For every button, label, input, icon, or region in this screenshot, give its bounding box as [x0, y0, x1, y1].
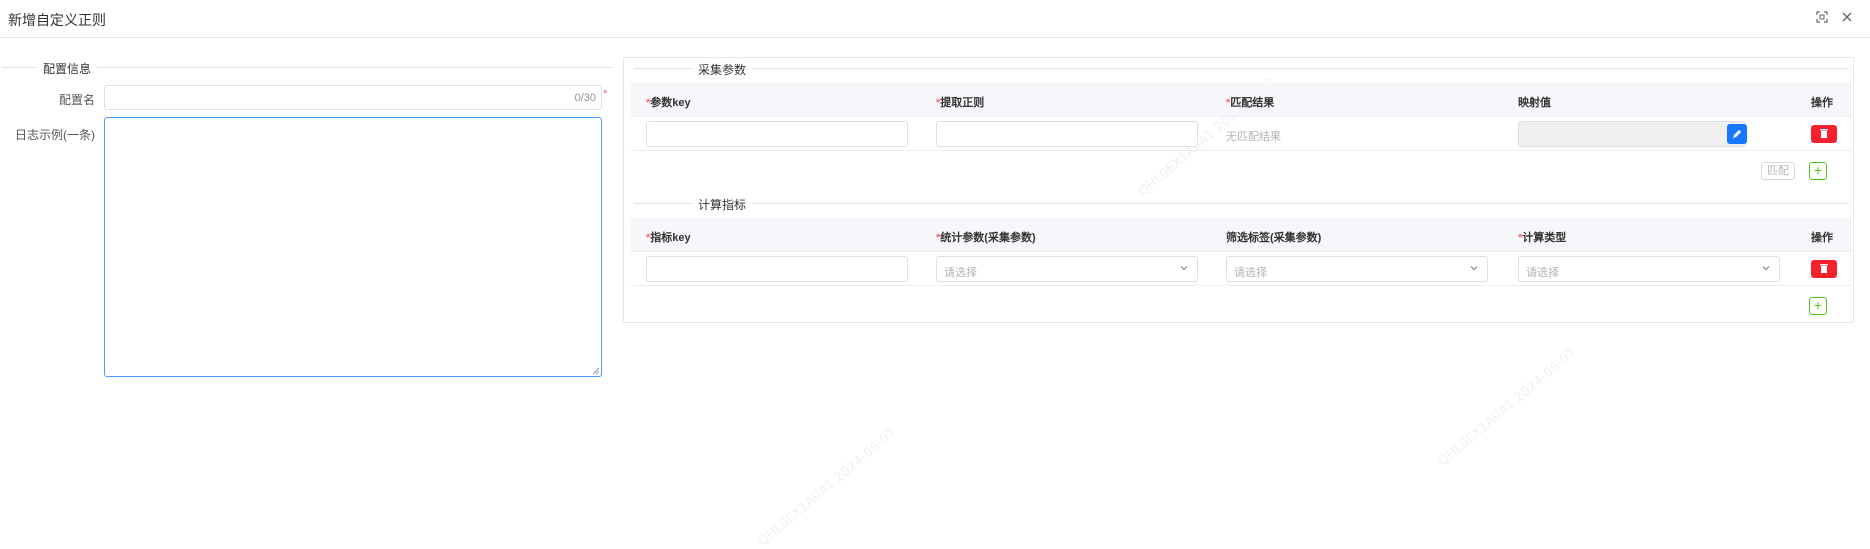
- th-action: 操作: [1811, 97, 1833, 109]
- th-metric-key: *指标key: [646, 232, 691, 244]
- log-sample-label: 日志示例(一条): [15, 128, 95, 142]
- select-placeholder: 请选择: [944, 267, 977, 279]
- select-placeholder: 请选择: [1526, 267, 1559, 279]
- table-row: 无匹配结果: [631, 117, 1852, 151]
- mapped-value-input: [1518, 121, 1746, 147]
- collect-legend: 采集参数: [692, 61, 753, 78]
- th-calc-type: *计算类型: [1518, 232, 1567, 244]
- extract-regex-input[interactable]: [936, 121, 1198, 147]
- dialog-header: 新增自定义正则: [0, 0, 1870, 38]
- maximize-icon[interactable]: [1813, 9, 1831, 27]
- chevron-down-icon: [1762, 266, 1770, 271]
- watermark: QHL0EX1A0A1 2024-06-07: [755, 425, 900, 549]
- stat-param-select[interactable]: 请选择: [936, 256, 1198, 282]
- filter-tag-select[interactable]: 请选择: [1226, 256, 1488, 282]
- config-name-label: 配置名: [58, 93, 95, 107]
- th-filter-tag: 筛选标签(采集参数): [1226, 232, 1322, 244]
- metric-key-input[interactable]: [646, 256, 908, 282]
- chevron-down-icon: [1470, 266, 1478, 271]
- collect-legend-line: [634, 68, 1849, 69]
- required-mark: *: [603, 88, 608, 100]
- metric-table-header: *指标key *统计参数(采集参数) 筛选标签(采集参数) *计算类型 操作: [631, 218, 1852, 252]
- th-action: 操作: [1811, 232, 1833, 244]
- calc-type-select[interactable]: 请选择: [1518, 256, 1780, 282]
- th-extract-regex: *提取正则: [936, 97, 985, 109]
- th-param-key: *参数key: [646, 97, 691, 109]
- th-mapped-value: 映射值: [1518, 97, 1551, 109]
- collect-table-header: *参数key *提取正则 *匹配结果 映射值 操作: [631, 83, 1852, 117]
- trash-icon: [1820, 264, 1828, 273]
- dialog-title: 新增自定义正则: [8, 12, 106, 28]
- edit-icon: [1733, 130, 1741, 138]
- select-placeholder: 请选择: [1234, 267, 1267, 279]
- metric-legend-line: [634, 203, 1849, 204]
- resize-handle-icon[interactable]: [592, 367, 600, 375]
- th-stat-param: *统计参数(采集参数): [936, 232, 1036, 244]
- table-row: 请选择 请选择 请选择: [631, 252, 1852, 286]
- metric-legend: 计算指标: [692, 196, 753, 213]
- delete-row-button[interactable]: [1811, 125, 1837, 143]
- config-name-input[interactable]: 0/30: [104, 85, 602, 110]
- match-result-text: 无匹配结果: [1226, 131, 1281, 143]
- close-icon[interactable]: [1838, 9, 1856, 27]
- add-metric-button[interactable]: +: [1809, 297, 1827, 315]
- match-button[interactable]: 匹配: [1761, 162, 1795, 180]
- config-legend: 配置信息: [37, 60, 98, 77]
- param-key-input[interactable]: [646, 121, 908, 147]
- chevron-down-icon: [1180, 266, 1188, 271]
- th-match-result: *匹配结果: [1226, 97, 1275, 109]
- log-sample-textarea[interactable]: [104, 117, 602, 377]
- delete-row-button[interactable]: [1811, 260, 1837, 278]
- add-collect-param-button[interactable]: +: [1809, 162, 1827, 180]
- edit-mapping-button[interactable]: [1727, 124, 1747, 144]
- params-panel: 采集参数 *参数key *提取正则 *匹配结果 映射值 操作 无匹配结果 匹配 …: [623, 57, 1854, 323]
- trash-icon: [1820, 129, 1828, 138]
- watermark: QHL0EX1A0A1 2024-06-07: [1435, 345, 1580, 470]
- config-name-counter: 0/30: [574, 92, 596, 104]
